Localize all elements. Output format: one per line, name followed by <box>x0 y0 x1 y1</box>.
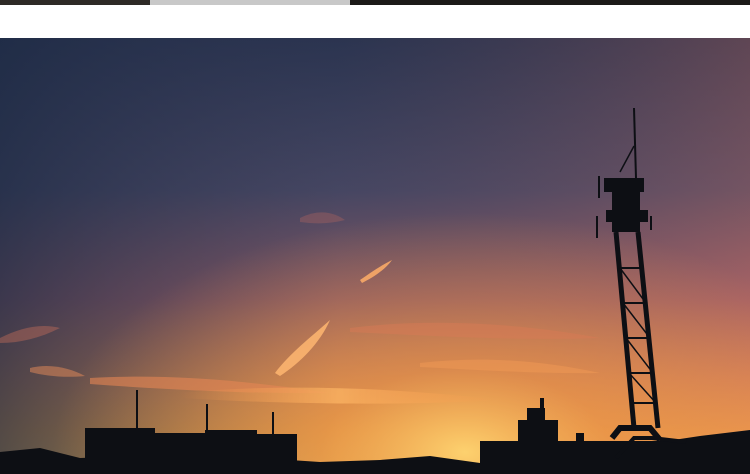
building-right <box>480 441 750 474</box>
rooftop-structure <box>576 433 584 443</box>
sunset-photo-image <box>0 38 750 474</box>
building-left <box>255 434 297 474</box>
strip-segment <box>0 0 150 5</box>
antenna <box>272 412 274 434</box>
sunset-photo <box>0 38 750 474</box>
sun-glow <box>0 38 750 474</box>
top-thumbnail-strip <box>0 0 750 5</box>
tower-platform-mid <box>606 210 648 222</box>
tower-railing <box>650 216 652 230</box>
rooftop-structure <box>540 398 544 410</box>
antenna <box>206 404 208 432</box>
page <box>0 0 750 474</box>
rooftop-structure <box>518 420 558 444</box>
tower-railing <box>596 216 598 238</box>
tower-platform-upper <box>604 178 644 192</box>
rooftop-structure <box>527 408 545 422</box>
tower-railing <box>598 176 600 198</box>
building-left <box>205 430 257 474</box>
building-left <box>85 428 155 474</box>
strip-segment <box>350 0 750 5</box>
building-left <box>150 433 210 474</box>
strip-segment <box>150 0 350 5</box>
antenna <box>136 390 138 430</box>
